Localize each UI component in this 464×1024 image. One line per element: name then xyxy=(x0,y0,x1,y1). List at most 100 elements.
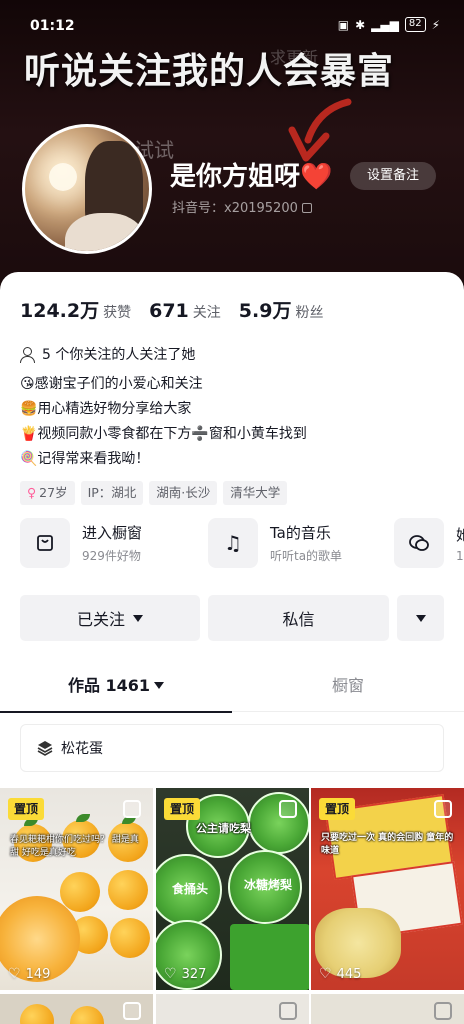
heart-outline-icon: ♡ xyxy=(164,966,177,982)
douyin-id-text: 抖音号：x20195200 xyxy=(172,201,298,216)
video-thumbnail[interactable] xyxy=(156,994,309,1024)
select-checkbox[interactable] xyxy=(434,1002,452,1020)
video-caption: 公主请吃梨 xyxy=(196,822,251,835)
caret-down-icon xyxy=(415,614,426,622)
stat-following[interactable]: 671 关注 xyxy=(149,300,221,322)
stat-following-label: 关注 xyxy=(192,305,221,321)
feature-showcase-sub: 929件好物 xyxy=(82,549,141,563)
bio-line: 🍭记得常来看我呦！ xyxy=(20,451,150,467)
avatar-sun xyxy=(49,163,77,191)
tag-school[interactable]: 清华大学 xyxy=(223,481,288,505)
following-button[interactable]: 已关注 xyxy=(20,595,200,641)
banner-title: 听说关注我的人会暴富 xyxy=(24,51,395,92)
bio-line: 🍟视频同款小零食都在下方➗窗和小黄车找到 xyxy=(20,426,307,442)
bio-line: 😘感谢宝子们的小爱心和关注 xyxy=(20,376,203,392)
profile-tags: ♀ 27岁 IP：湖北 湖南·长沙 清华大学 xyxy=(20,481,288,505)
video-thumbnail[interactable] xyxy=(311,994,464,1024)
collection-label: 松花蛋 xyxy=(61,741,103,757)
tab-showcase[interactable]: 橱窗 xyxy=(232,664,464,712)
video-thumbnail[interactable]: 春见耙耙柑你们吃过吗？ 甜是真甜 好吃是真好吃 置顶 ♡ 149 xyxy=(0,788,153,990)
avatar[interactable] xyxy=(22,124,152,254)
mutual-followers-text: 5 个你关注的人关注了她 xyxy=(42,347,196,363)
signal-icon: ▂▄▆ xyxy=(371,17,399,32)
pinned-badge: 置顶 xyxy=(319,798,356,820)
profile-card: 124.2万 获赞 671 关注 5.9万 粉丝 5 个你关注的人关注了她 😘感谢宝子… xyxy=(0,272,464,1024)
stat-likes-value: 124.2万 xyxy=(20,300,100,322)
orange-shape xyxy=(60,872,100,912)
select-checkbox[interactable] xyxy=(279,800,297,818)
video-likes-count: 445 xyxy=(336,966,362,982)
feature-showcase-title: 进入橱窗 xyxy=(82,524,143,542)
select-checkbox[interactable] xyxy=(123,1002,141,1020)
heart-icon: ❤️ xyxy=(300,162,333,192)
video-thumbnail[interactable] xyxy=(0,994,153,1024)
heart-outline-icon: ♡ xyxy=(8,966,21,982)
video-likes-count: 149 xyxy=(25,966,51,982)
chat-icon xyxy=(394,518,444,568)
video-likes: ♡ 149 xyxy=(8,966,50,982)
stats-row: 124.2万 获赞 671 关注 5.9万 粉丝 xyxy=(20,296,323,323)
tag-age: ♀ 27岁 xyxy=(20,481,75,505)
stat-fans-value: 5.9万 xyxy=(238,300,292,322)
music-icon: ♫ xyxy=(208,518,258,568)
tag-ip: IP：湖北 xyxy=(80,481,144,505)
stat-fans[interactable]: 5.9万 粉丝 xyxy=(239,296,324,323)
status-icons: ▣ ✱ ▂▄▆ 82 ⚡ xyxy=(338,17,440,32)
orange-shape xyxy=(20,1004,54,1024)
message-button[interactable]: 私信 xyxy=(208,595,389,641)
feature-group-title: 她 xyxy=(456,525,464,544)
tab-works[interactable]: 作品 1461 xyxy=(0,664,232,713)
video-caption: 只要吃过一次 真的会回购 童年的味道 xyxy=(321,833,454,856)
tag-location[interactable]: 湖南·长沙 xyxy=(149,481,218,505)
person-icon xyxy=(20,346,35,363)
pinned-badge: 置顶 xyxy=(164,798,201,820)
caret-down-icon xyxy=(154,682,165,689)
stat-following-value: 671 xyxy=(149,300,189,322)
feature-showcase[interactable]: 进入橱窗 929件好物 xyxy=(20,518,142,568)
mutual-followers[interactable]: 5 个你关注的人关注了她 xyxy=(20,344,195,364)
nickname: 是你方姐呀❤️ xyxy=(170,156,332,193)
select-checkbox[interactable] xyxy=(434,800,452,818)
tag-age-text: 27岁 xyxy=(39,485,68,500)
collection-entry[interactable]: 松花蛋 xyxy=(20,724,444,772)
video-likes-count: 327 xyxy=(181,966,207,982)
nickname-text: 是你方姐呀 xyxy=(170,162,301,192)
cup-label: 食捅头 xyxy=(171,882,208,896)
bio-line: 🍔用心精选好物分享给大家 xyxy=(20,401,192,417)
set-remark-button[interactable]: 设置备注 xyxy=(350,162,436,190)
select-checkbox[interactable] xyxy=(123,800,141,818)
female-icon: ♀ xyxy=(27,485,37,500)
orange-shape xyxy=(110,918,150,958)
cup-label: 冰糖烤梨 xyxy=(243,878,292,892)
stat-likes-label: 获赞 xyxy=(103,305,132,321)
copy-icon[interactable] xyxy=(301,203,312,213)
avatar-body xyxy=(65,213,145,251)
feature-music[interactable]: ♫ Ta的音乐 听听ta的歌单 xyxy=(208,518,342,568)
douyin-id[interactable]: 抖音号：x20195200 xyxy=(172,197,312,216)
select-checkbox[interactable] xyxy=(279,1002,297,1020)
stat-fans-label: 粉丝 xyxy=(295,305,324,321)
box-shape xyxy=(230,924,309,990)
video-likes: ♡ 327 xyxy=(164,966,206,982)
following-button-label: 已关注 xyxy=(76,610,125,629)
battery-icon: 82 xyxy=(404,17,426,32)
more-button[interactable] xyxy=(397,595,444,641)
charging-icon: ⚡ xyxy=(431,17,440,32)
caret-down-icon xyxy=(133,614,143,622)
feature-music-title: Ta的音乐 xyxy=(270,524,331,542)
bag-icon xyxy=(20,518,70,568)
feature-music-sub: 听听ta的歌单 xyxy=(270,549,343,563)
action-row: 已关注 私信 xyxy=(20,595,444,641)
stat-likes[interactable]: 124.2万 获赞 xyxy=(20,296,131,323)
video-caption: 春见耙耙柑你们吃过吗？ 甜是真甜 好吃是真好吃 xyxy=(10,835,139,858)
feature-group[interactable]: 她 1 xyxy=(394,518,464,568)
layers-icon xyxy=(37,741,53,756)
status-time: 01:12 xyxy=(30,18,75,34)
orange-shape xyxy=(70,1006,104,1024)
video-thumbnail[interactable]: 只要吃过一次 真的会回购 童年的味道 置顶 ♡ 445 xyxy=(311,788,464,990)
content-tabs: 作品 1461 橱窗 xyxy=(0,664,464,713)
orange-shape xyxy=(108,870,148,910)
video-thumbnail[interactable]: 食捅头 冰糖烤梨 公主请吃梨 置顶 ♡ 327 xyxy=(156,788,309,990)
bio: 😘感谢宝子们的小爱心和关注 🍔用心精选好物分享给大家 🍟视频同款小零食都在下方➗… xyxy=(20,372,307,472)
video-likes: ♡ 445 xyxy=(319,966,361,982)
